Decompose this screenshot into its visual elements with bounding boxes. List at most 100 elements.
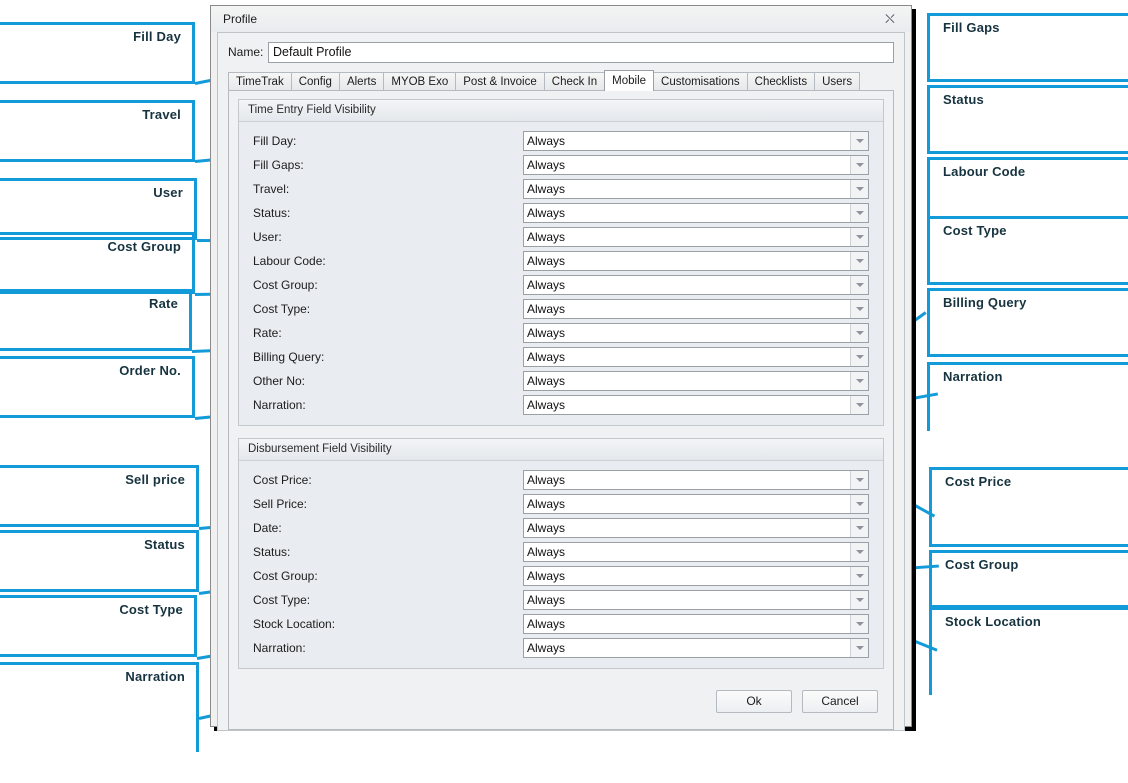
combo-value: Always	[527, 545, 566, 559]
callout-cost-group: Cost Group	[0, 232, 195, 294]
tab-myob-exo[interactable]: MYOB Exo	[383, 72, 457, 90]
field-label: Cost Type:	[253, 593, 311, 607]
tab-post-and-invoice[interactable]: Post & Invoice	[455, 72, 545, 90]
dialog-footer: Ok Cancel	[238, 681, 884, 721]
cancel-button[interactable]: Cancel	[802, 689, 878, 713]
combo-disb-narration[interactable]: Always	[523, 638, 869, 658]
field-label: User:	[253, 230, 282, 244]
chevron-down-icon[interactable]	[850, 591, 868, 609]
name-input[interactable]: Default Profile	[268, 41, 894, 63]
chevron-down-icon[interactable]	[850, 252, 868, 270]
chevron-down-icon[interactable]	[850, 519, 868, 537]
chevron-down-icon[interactable]	[850, 543, 868, 561]
tab-label: TimeTrak	[236, 75, 284, 88]
chevron-down-icon[interactable]	[850, 276, 868, 294]
tab-timetrak[interactable]: TimeTrak	[228, 72, 292, 90]
chevron-down-icon[interactable]	[850, 567, 868, 585]
combo-disb-cost-type[interactable]: Always	[523, 590, 869, 610]
field-label: Date:	[253, 521, 282, 535]
field-row-labour-code: Labour Code: Always	[253, 251, 869, 271]
combo-disb-cost-group[interactable]: Always	[523, 566, 869, 586]
profile-dialog: Profile ⛌ Name: Default Profile TimeTrak…	[210, 5, 912, 731]
callout-sell-price: Sell price	[0, 465, 199, 527]
combo-travel[interactable]: Always	[523, 179, 869, 199]
combo-status[interactable]: Always	[523, 203, 869, 223]
combo-disb-cost-price[interactable]: Always	[523, 470, 869, 490]
callout-label: Cost Group	[945, 557, 1019, 572]
tab-users[interactable]: Users	[814, 72, 861, 90]
chevron-down-icon[interactable]	[850, 156, 868, 174]
combo-narration[interactable]: Always	[523, 395, 869, 415]
combo-disb-sell-price[interactable]: Always	[523, 494, 869, 514]
chevron-down-icon[interactable]	[850, 180, 868, 198]
field-label: Other No:	[253, 374, 306, 388]
chevron-down-icon[interactable]	[850, 348, 868, 366]
callout-order-no: Order No.	[0, 356, 195, 418]
chevron-down-icon[interactable]	[850, 615, 868, 633]
chevron-down-icon[interactable]	[850, 324, 868, 342]
field-row-user: User: Always	[253, 227, 869, 247]
combo-value: Always	[527, 617, 566, 631]
chevron-down-icon[interactable]	[850, 300, 868, 318]
callout-label: Cost Group	[107, 239, 181, 254]
combo-other-no[interactable]: Always	[523, 371, 869, 391]
callout-label: Rate	[149, 296, 178, 311]
callout-stock-location: Stock Location	[929, 607, 1128, 695]
tab-customisations[interactable]: Customisations	[653, 72, 748, 90]
combo-disb-status[interactable]: Always	[523, 542, 869, 562]
field-row-disb-cost-type: Cost Type: Always	[253, 590, 869, 610]
field-row-travel: Travel: Always	[253, 179, 869, 199]
tab-alerts[interactable]: Alerts	[338, 72, 385, 90]
chevron-down-icon[interactable]	[850, 228, 868, 246]
combo-value: Always	[527, 350, 566, 364]
callout-label: User	[153, 185, 183, 200]
callout-travel: Travel	[0, 100, 195, 162]
chevron-down-icon[interactable]	[850, 204, 868, 222]
callout-status-left: Status	[0, 530, 199, 592]
field-label: Status:	[253, 206, 291, 220]
chevron-down-icon[interactable]	[850, 396, 868, 414]
field-label: Labour Code:	[253, 254, 326, 268]
callout-cost-price: Cost Price	[929, 467, 1128, 547]
combo-billing-query[interactable]: Always	[523, 347, 869, 367]
title-bar: Profile ⛌	[211, 6, 911, 32]
combo-value: Always	[527, 230, 566, 244]
tab-checklists[interactable]: Checklists	[746, 72, 816, 90]
combo-disb-stock-location[interactable]: Always	[523, 614, 869, 634]
field-row-disb-date: Date: Always	[253, 518, 869, 538]
combo-value: Always	[527, 134, 566, 148]
combo-value: Always	[527, 521, 566, 535]
combo-fill-day[interactable]: Always	[523, 131, 869, 151]
combo-disb-date[interactable]: Always	[523, 518, 869, 538]
tab-mobile[interactable]: Mobile	[604, 70, 655, 91]
callout-label: Narration	[943, 369, 1003, 384]
tab-label: Post & Invoice	[463, 75, 537, 88]
tab-check-in[interactable]: Check In	[543, 72, 606, 90]
chevron-down-icon[interactable]	[850, 639, 868, 657]
ok-button[interactable]: Ok	[716, 689, 792, 713]
callout-cost-group-right: Cost Group	[929, 550, 1128, 608]
combo-labour-code[interactable]: Always	[523, 251, 869, 271]
combo-rate[interactable]: Always	[523, 323, 869, 343]
callout-label: Status	[943, 92, 984, 107]
chevron-down-icon[interactable]	[850, 132, 868, 150]
close-icon[interactable]: ⛌	[877, 9, 903, 29]
chevron-down-icon[interactable]	[850, 495, 868, 513]
tab-config[interactable]: Config	[290, 72, 340, 90]
combo-cost-type[interactable]: Always	[523, 299, 869, 319]
chevron-down-icon[interactable]	[850, 471, 868, 489]
chevron-down-icon[interactable]	[850, 372, 868, 390]
combo-value: Always	[527, 182, 566, 196]
field-label: Cost Price:	[253, 473, 312, 487]
callout-label: Travel	[142, 107, 181, 122]
field-row-disb-narration: Narration: Always	[253, 638, 869, 658]
field-label: Fill Gaps:	[253, 158, 304, 172]
callout-label: Order No.	[119, 363, 181, 378]
combo-value: Always	[527, 302, 566, 316]
field-row-disb-status: Status: Always	[253, 542, 869, 562]
combo-cost-group[interactable]: Always	[523, 275, 869, 295]
group-title: Time Entry Field Visibility	[239, 100, 883, 122]
combo-fill-gaps[interactable]: Always	[523, 155, 869, 175]
tab-label: Customisations	[661, 75, 740, 88]
combo-user[interactable]: Always	[523, 227, 869, 247]
